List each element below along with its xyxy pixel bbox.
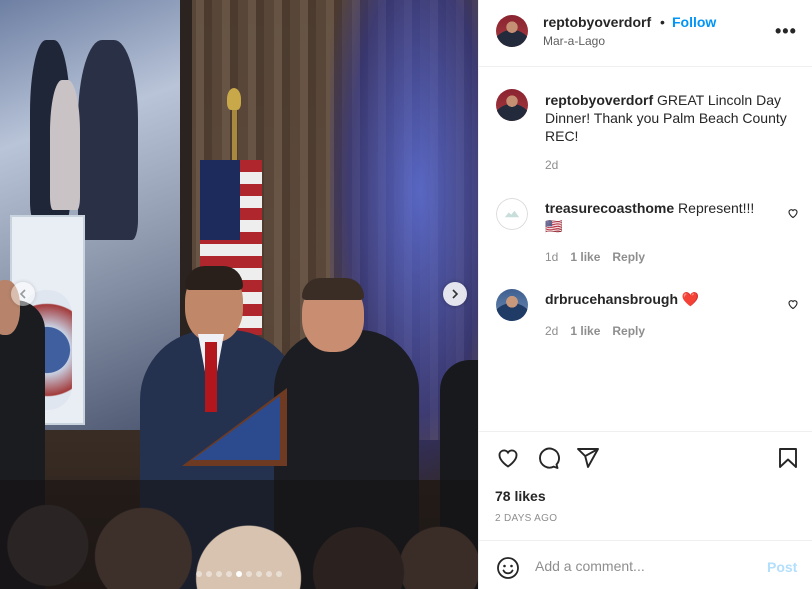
comment-meta: 2d 1 like Reply xyxy=(545,324,645,338)
carousel-dot xyxy=(226,571,232,577)
caption-time[interactable]: 2d xyxy=(545,158,558,172)
caption-username[interactable]: reptobyoverdorf xyxy=(545,92,653,108)
american-flag-canton xyxy=(200,160,240,240)
emoji-icon[interactable] xyxy=(496,556,520,580)
author-avatar[interactable] xyxy=(496,15,528,47)
comment: treasurecoasthome Represent!!! 🇺🇸 xyxy=(545,199,800,235)
screen-person xyxy=(50,80,80,210)
comment-icon[interactable] xyxy=(536,446,560,470)
carousel-dot xyxy=(266,571,272,577)
screen-person xyxy=(78,40,138,240)
person-center-hair xyxy=(185,266,243,290)
post-details-panel: reptobyoverdorf • Follow Mar-a-Lago ••• … xyxy=(478,0,812,589)
post-header: reptobyoverdorf • Follow Mar-a-Lago ••• xyxy=(479,0,812,67)
follow-button[interactable]: Follow xyxy=(672,14,716,30)
carousel-dot xyxy=(276,571,282,577)
flag-pole-finial xyxy=(227,88,241,110)
comment: drbrucehansbrough ❤️ xyxy=(545,290,800,308)
like-comment-heart-icon[interactable] xyxy=(787,298,799,310)
caption: reptobyoverdorf GREAT Lincoln Day Dinner… xyxy=(545,91,800,145)
comment-username[interactable]: drbrucehansbrough xyxy=(545,291,678,307)
comment-likes[interactable]: 1 like xyxy=(570,324,600,338)
carousel-dot xyxy=(256,571,262,577)
house-logo-icon xyxy=(504,210,520,218)
chevron-left-icon xyxy=(19,289,26,299)
reply-button[interactable]: Reply xyxy=(612,324,645,338)
bookmark-icon[interactable] xyxy=(776,446,800,470)
next-photo-button[interactable] xyxy=(443,282,467,306)
person-center-tie xyxy=(205,342,217,412)
comment-username[interactable]: treasurecoasthome xyxy=(545,200,674,216)
carousel-dot xyxy=(236,571,242,577)
commenter-avatar[interactable] xyxy=(496,198,528,230)
share-icon[interactable] xyxy=(576,446,600,470)
person-right-hair xyxy=(302,278,364,300)
post-photo[interactable] xyxy=(0,0,478,589)
heart-icon[interactable] xyxy=(496,446,520,470)
action-bar xyxy=(479,431,812,432)
post-date[interactable]: 2 DAYS AGO xyxy=(495,513,557,524)
comment-input[interactable] xyxy=(535,555,755,577)
separator-dot: • xyxy=(660,14,665,30)
author-username[interactable]: reptobyoverdorf xyxy=(543,14,651,30)
comment-meta: 1d 1 like Reply xyxy=(545,250,645,264)
carousel-dot xyxy=(216,571,222,577)
carousel-dot xyxy=(206,571,212,577)
us-flag-emoji: 🇺🇸 xyxy=(545,218,563,234)
reply-button[interactable]: Reply xyxy=(612,250,645,264)
red-heart-emoji: ❤️ xyxy=(681,291,700,307)
like-comment-heart-icon[interactable] xyxy=(787,207,799,219)
commenter-avatar[interactable] xyxy=(496,289,528,321)
comment-time[interactable]: 1d xyxy=(545,250,558,264)
comment-time[interactable]: 2d xyxy=(545,324,558,338)
carousel-dot xyxy=(196,571,202,577)
post-comment-button[interactable]: Post xyxy=(767,559,797,575)
likes-count[interactable]: 78 likes xyxy=(495,488,546,504)
chevron-right-icon xyxy=(452,289,459,299)
carousel-indicator xyxy=(196,571,282,577)
caption-author-avatar[interactable] xyxy=(496,89,528,121)
previous-photo-button[interactable] xyxy=(11,282,35,306)
location-link[interactable]: Mar-a-Lago xyxy=(543,34,605,48)
caption-meta: 2d xyxy=(545,158,558,172)
carousel-dot xyxy=(246,571,252,577)
comment-likes[interactable]: 1 like xyxy=(570,250,600,264)
more-options-icon[interactable]: ••• xyxy=(775,21,797,42)
add-comment-bar: Post xyxy=(479,540,812,589)
comment-text: Represent!!! xyxy=(674,200,755,216)
